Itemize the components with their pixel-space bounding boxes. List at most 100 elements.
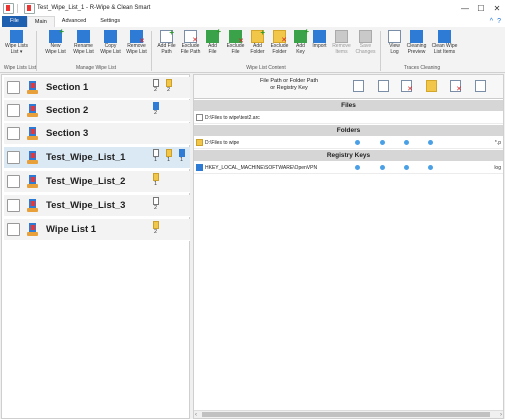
wipe-lists-button[interactable]: Wipe Lists List ▾ [3, 30, 30, 64]
add-folder-label: Add Folder [250, 43, 265, 55]
list-item-checkbox[interactable] [7, 127, 20, 140]
add-file-label: Add File [208, 43, 217, 55]
horizontal-scrollbar[interactable]: ‹ › [194, 410, 503, 418]
registry-mask: log [494, 164, 501, 171]
add-key-label: Add Key [296, 43, 305, 55]
list-item-checkbox[interactable] [7, 104, 20, 117]
folder-icon [196, 139, 203, 146]
folder-icon [152, 221, 159, 229]
tab-file[interactable]: File [2, 16, 27, 27]
ribbon: Wipe Lists List ▾ New Wipe List Rename W… [0, 27, 505, 73]
column-title: File Path or Folder Path or Registry Key [259, 78, 319, 91]
group-wipe-list-content: Wipe List Content [246, 65, 286, 71]
collapse-ribbon-icon[interactable]: ^ [490, 16, 493, 27]
folder-column-icon[interactable] [426, 80, 437, 92]
file-column-icon[interactable] [353, 80, 364, 92]
folder-icon [165, 79, 172, 87]
list-item-checkbox[interactable] [7, 199, 20, 212]
registry-path: HKEY_LOCAL_MACHINE\SOFTWARE\OpenVPN [205, 164, 318, 171]
file-icon [152, 149, 159, 157]
tab-main[interactable]: Main [26, 16, 55, 27]
ribbon-tabs: File Main Advanced Settings ^ ? [0, 16, 505, 27]
rename-wipe-list-label: Rename Wipe List [73, 43, 94, 55]
import-icon [313, 30, 326, 43]
folder-row[interactable]: D:\Files to wipe *.p [194, 137, 503, 149]
ribbon-extra: ^ ? [490, 16, 501, 27]
remove-items-button[interactable]: Remove Items [328, 30, 355, 64]
registry-key-icon [196, 164, 203, 171]
clean-wipe-list-items-icon [438, 30, 451, 43]
group-traces-cleaning: Traces Cleaning [403, 65, 441, 71]
cleaning-preview-icon [410, 30, 423, 43]
copy-wipe-list-label: Copy Wipe List [100, 43, 121, 55]
wipe-list-icon [27, 150, 39, 165]
help-icon[interactable]: ? [497, 16, 501, 27]
option-dot [428, 165, 433, 170]
clean-wipe-list-items-button[interactable]: Clean Wipe List Items [431, 30, 458, 64]
modified-column-icon[interactable] [378, 80, 389, 92]
option-dot [355, 140, 360, 145]
tab-advanced[interactable]: Advanced [55, 16, 93, 27]
new-wipe-list-icon [49, 27, 64, 43]
folder-path: D:\Files to wipe [205, 139, 240, 146]
list-item-name: Test_Wipe_List_2 [46, 176, 126, 187]
window-controls: — ☐ ✕ [457, 0, 505, 16]
list-item-selected[interactable]: Test_Wipe_List_1 1 1 1 [4, 147, 190, 169]
remove-items-label: Remove Items [332, 43, 351, 55]
registry-row[interactable]: HKEY_LOCAL_MACHINE\SOFTWARE\OpenVPN log [194, 162, 503, 174]
quick-access-icon[interactable] [24, 2, 35, 14]
option-dot [380, 165, 385, 170]
list-item-name: Section 3 [46, 128, 89, 139]
list-item[interactable]: Test_Wipe_List_2 1 [4, 171, 190, 193]
list-item-name: Test_Wipe_List_1 [46, 152, 126, 163]
file-row[interactable]: D:\Files to wipe\test2.arc [194, 112, 503, 124]
minimize-button[interactable]: — [457, 0, 473, 16]
list-item[interactable]: Section 2 2 [4, 100, 190, 122]
list-item[interactable]: Test_Wipe_List_3 2 [4, 195, 190, 217]
list-item-checkbox[interactable] [7, 223, 20, 236]
wipe-list-icon [27, 126, 39, 141]
new-wipe-list-button[interactable]: New Wipe List [42, 27, 69, 64]
file-icon [152, 197, 159, 205]
wipe-list-icon [27, 222, 39, 237]
save-changes-button[interactable]: Save Changes [352, 30, 379, 64]
scroll-thumb[interactable] [202, 412, 490, 417]
new-wipe-list-label: New Wipe List [45, 43, 66, 55]
list-item[interactable]: Section 3 [4, 123, 190, 145]
list-item-stats: 2 [152, 102, 159, 117]
maximize-button[interactable]: ☐ [473, 0, 489, 16]
tab-settings[interactable]: Settings [93, 16, 127, 27]
list-item[interactable]: Wipe List 1 2 [4, 219, 190, 241]
mask-column-icon[interactable] [475, 80, 486, 92]
content-header: File Path or Folder Path or Registry Key [194, 75, 503, 99]
list-item-name: Section 1 [46, 82, 89, 93]
file-path: D:\Files to wipe\test2.arc [205, 114, 260, 121]
folder-icon [152, 173, 159, 181]
remove-wipe-list-button[interactable]: Remove Wipe List [123, 30, 150, 64]
title-bar: Test_Wipe_List_1 - R-Wipe & Clean Smart … [0, 0, 505, 16]
exclude-file-label: Exclude File [226, 43, 245, 55]
rename-wipe-list-button[interactable]: Rename Wipe List [70, 30, 97, 64]
remove-column-icon[interactable] [450, 80, 462, 93]
close-button[interactable]: ✕ [489, 0, 505, 16]
copy-wipe-list-button[interactable]: Copy Wipe List [97, 30, 124, 64]
scroll-left-icon[interactable]: ‹ [195, 411, 197, 419]
folder-count: 1 [166, 157, 171, 163]
registry-icon [178, 149, 185, 157]
list-item-checkbox[interactable] [7, 175, 20, 188]
list-item[interactable]: Section 1 2 2 [4, 77, 190, 99]
wipe-list-icon [27, 198, 39, 213]
list-item-checkbox[interactable] [7, 151, 20, 164]
cleaning-preview-button[interactable]: Cleaning Preview [403, 30, 430, 64]
list-item-checkbox[interactable] [7, 81, 20, 94]
save-changes-icon [359, 30, 372, 43]
option-dot [404, 165, 409, 170]
rename-wipe-list-icon [77, 30, 90, 43]
option-dot [404, 140, 409, 145]
add-file-path-button[interactable]: Add File Path [153, 28, 180, 64]
view-log-label: View Log [389, 43, 400, 55]
clean-wipe-list-items-label: Clean Wipe List Items [431, 43, 458, 55]
scroll-right-icon[interactable]: › [500, 411, 502, 419]
group-wipe-lists-list: Wipe Lists List [3, 65, 37, 71]
wipe-lists-label: Wipe Lists List ▾ [4, 43, 29, 55]
